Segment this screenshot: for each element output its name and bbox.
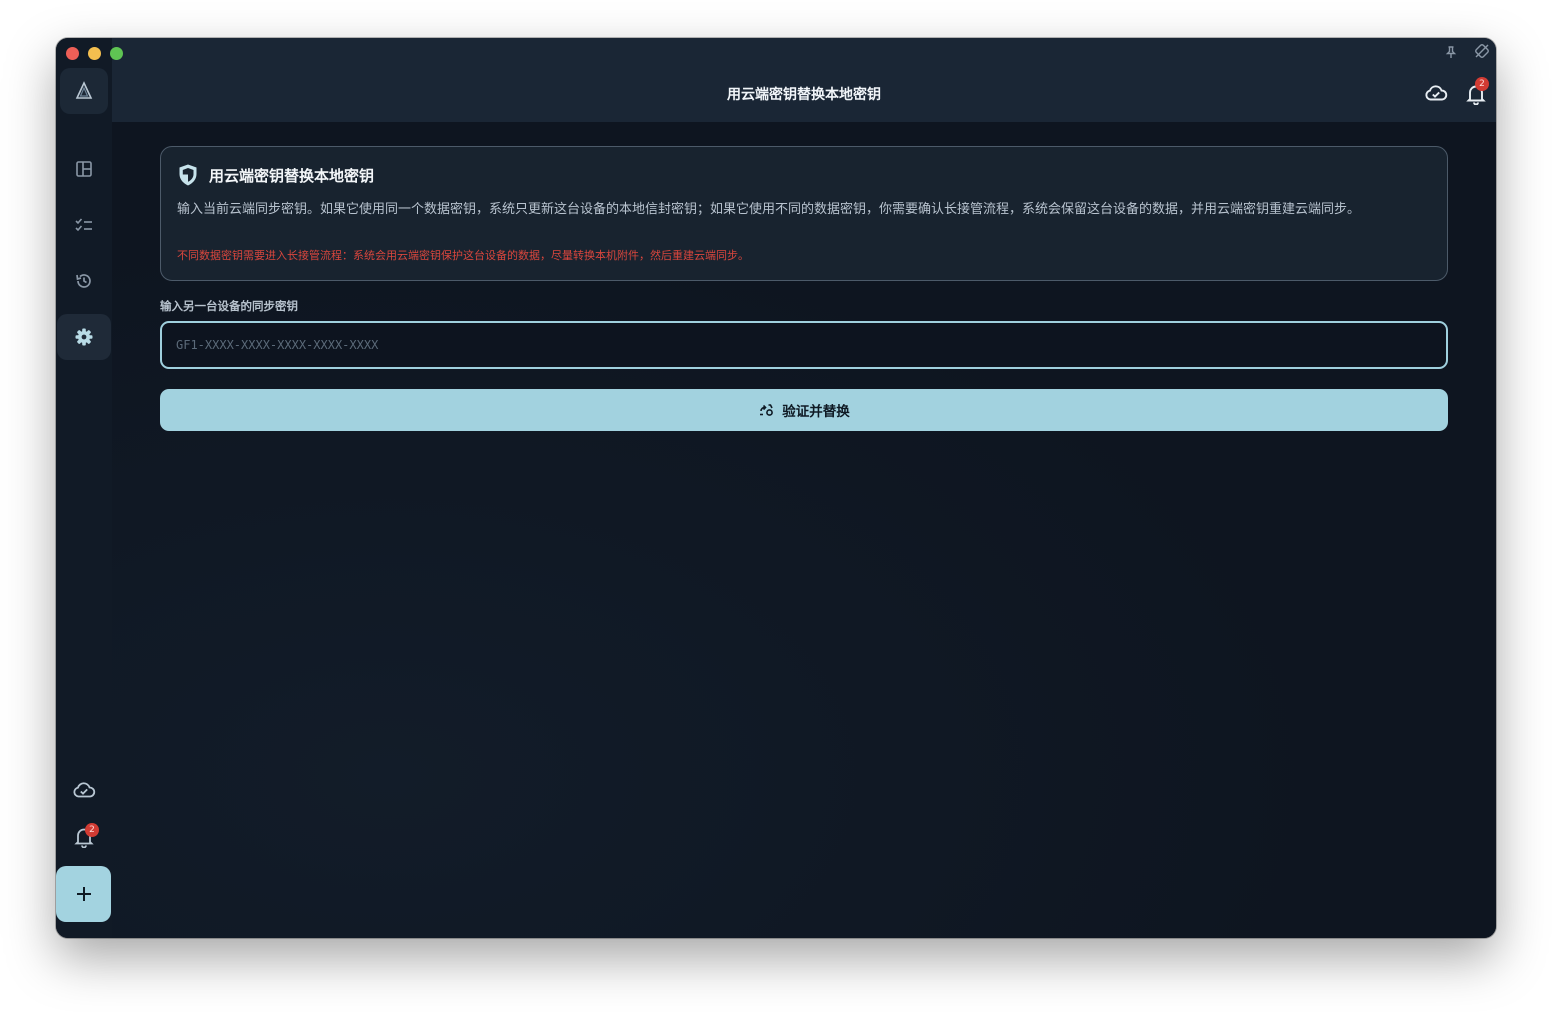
zoom-window-button[interactable] [110, 47, 123, 60]
sidebar-item-dashboard[interactable] [56, 146, 112, 192]
fullscreen-off-icon [1475, 44, 1489, 58]
topbar-sync-button[interactable] [1424, 83, 1448, 107]
app-logo[interactable] [60, 68, 108, 114]
add-button[interactable] [56, 866, 111, 922]
minimize-window-button[interactable] [88, 47, 101, 60]
cloud-check-icon [73, 782, 96, 798]
fullscreen-toggle-button[interactable] [1474, 43, 1490, 63]
info-card-header: 用云端密钥替换本地密钥 [177, 163, 374, 187]
info-card-warning: 不同数据密钥需要进入长接管流程：系统会用云端密钥保护这台设备的数据，尽量转换本机… [177, 249, 749, 262]
app-window: 2 用云端密钥替换本地密钥 2 用云端密钥替换本地密钥 输入当前云端同步密钥。如… [56, 38, 1496, 938]
sidebar: 2 [56, 38, 112, 938]
verify-and-replace-label: 验证并替换 [782, 404, 850, 420]
sidebar-item-settings[interactable] [57, 314, 111, 360]
gear-icon [75, 328, 93, 346]
sidebar-item-history[interactable] [56, 258, 112, 304]
info-card-description: 输入当前云端同步密钥。如果它使用同一个数据密钥，系统只更新这台设备的本地信封密钥… [177, 202, 1361, 217]
sidebar-sync-button[interactable] [56, 767, 112, 813]
layout-icon [76, 161, 92, 177]
notification-badge: 2 [85, 823, 99, 837]
cloud-check-icon [1425, 85, 1448, 101]
verify-and-replace-button[interactable]: 验证并替换 [160, 389, 1448, 431]
info-card: 用云端密钥替换本地密钥 输入当前云端同步密钥。如果它使用同一个数据密钥，系统只更… [160, 146, 1448, 281]
window-controls [66, 47, 123, 60]
close-window-button[interactable] [66, 47, 79, 60]
notification-badge: 2 [1475, 77, 1489, 91]
pin-button[interactable] [1444, 44, 1458, 63]
sidebar-notifications-button[interactable]: 2 [56, 814, 112, 860]
info-card-title: 用云端密钥替换本地密钥 [209, 166, 375, 185]
sync-key-input[interactable] [160, 321, 1448, 369]
top-bar: 用云端密钥替换本地密钥 2 [112, 38, 1496, 122]
pin-icon [1445, 46, 1457, 58]
logo-icon [75, 81, 93, 99]
checklist-icon [75, 218, 92, 232]
main-content: 用云端密钥替换本地密钥 输入当前云端同步密钥。如果它使用同一个数据密钥，系统只更… [112, 122, 1496, 938]
topbar-notifications-button[interactable]: 2 [1466, 77, 1489, 109]
sync-key-label: 输入另一台设备的同步密钥 [160, 299, 298, 313]
plus-icon [76, 887, 91, 901]
shield-icon [179, 164, 197, 186]
swap-icon [760, 404, 774, 416]
page-title: 用云端密钥替换本地密钥 [727, 87, 881, 103]
sidebar-item-tasks[interactable] [56, 202, 112, 248]
history-icon [76, 274, 91, 288]
